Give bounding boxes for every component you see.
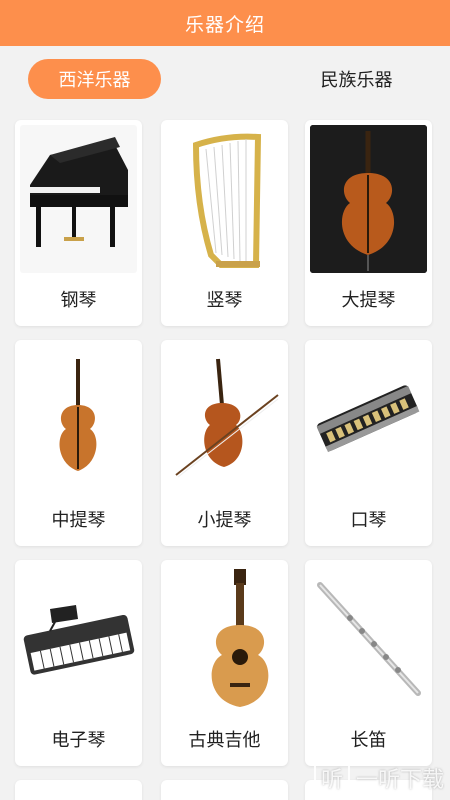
app-header: 乐器介绍 [0,0,450,46]
instrument-card-harp[interactable]: 竖琴 [161,120,288,326]
instrument-label: 中提琴 [51,510,106,531]
category-tabs: 西洋乐器 民族乐器 [0,46,450,110]
instrument-card-cello[interactable]: 大提琴 [305,120,432,326]
instrument-label: 竖琴 [206,290,243,311]
instrument-card-flute[interactable]: 长笛 [305,560,432,766]
instrument-card-piano[interactable]: 钢琴 [15,120,142,326]
instrument-label: 大提琴 [341,290,396,311]
instrument-label: 古典吉他 [188,730,261,751]
violin-icon [166,345,283,493]
instrument-card-violin[interactable]: 小提琴 [161,340,288,546]
instrument-label: 钢琴 [60,290,97,311]
instrument-label: 口琴 [350,510,387,531]
instrument-card-classical-guitar[interactable]: 古典吉他 [161,560,288,766]
watermark-logo-icon: 听 [313,760,350,796]
keyboard-icon [20,565,137,713]
watermark: 听 一听下载 [313,760,444,796]
cello-icon [310,125,427,273]
instrument-label: 长笛 [350,730,387,751]
instrument-card-harmonica[interactable]: 口琴 [305,340,432,546]
viola-icon [20,345,137,493]
tab-western-instruments[interactable]: 西洋乐器 [28,59,161,99]
harmonica-icon [310,345,427,493]
instrument-card-keyboard[interactable]: 电子琴 [15,560,142,766]
instrument-card-partial[interactable] [15,780,142,800]
instrument-card-viola[interactable]: 中提琴 [15,340,142,546]
instrument-card-partial[interactable] [161,780,288,800]
watermark-text: 一听下载 [355,768,444,793]
tab-chinese-instruments[interactable]: 民族乐器 [290,59,423,99]
guitar-icon [166,565,283,713]
page-title: 乐器介绍 [184,13,265,36]
harp-icon [166,125,283,273]
flute-icon [310,565,427,713]
instrument-label: 电子琴 [51,730,106,751]
piano-icon [20,125,137,273]
instrument-label: 小提琴 [197,510,252,531]
